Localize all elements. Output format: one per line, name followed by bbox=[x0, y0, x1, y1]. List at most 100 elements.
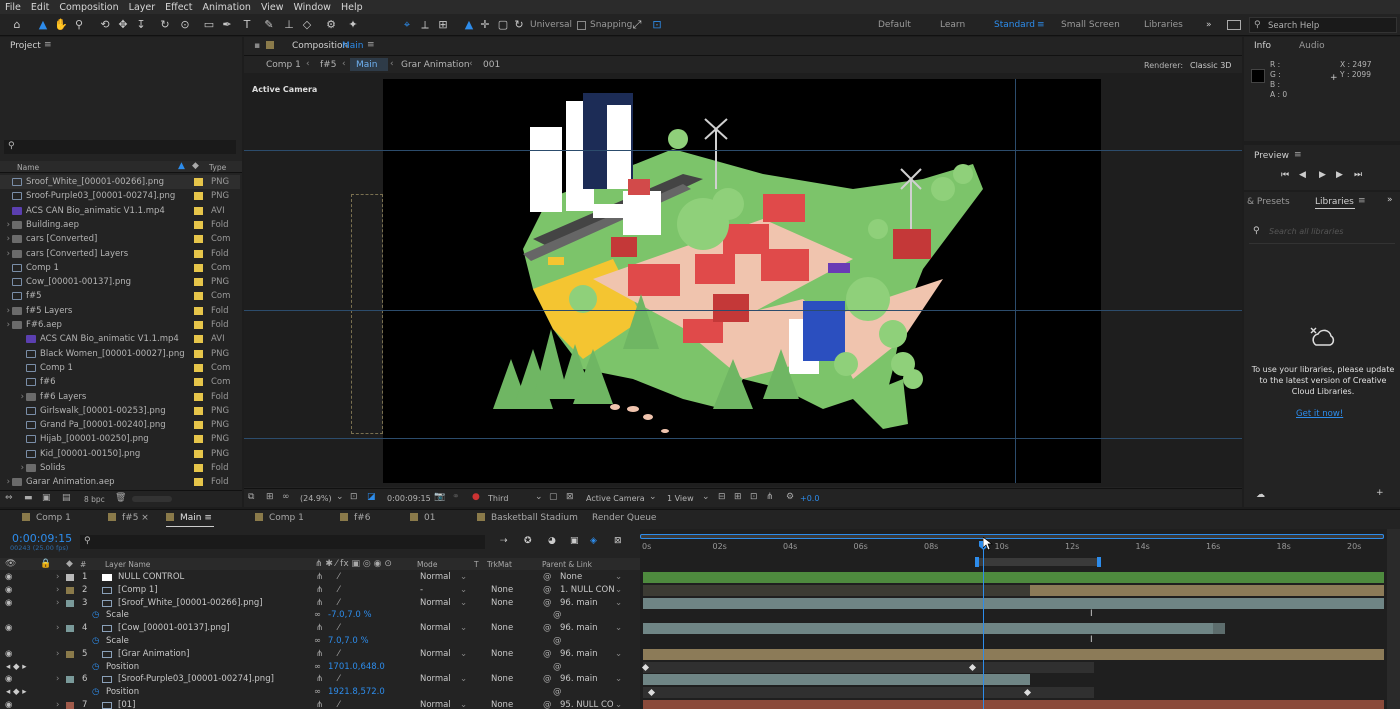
timeline-tab[interactable]: f#6 bbox=[340, 513, 370, 523]
add-library-icon[interactable]: + bbox=[1376, 488, 1384, 498]
timeline-tab[interactable]: Comp 1 bbox=[255, 513, 304, 523]
label-color[interactable] bbox=[194, 464, 203, 472]
expand-arrow-icon[interactable]: › bbox=[0, 463, 26, 473]
work-area-end-handle[interactable] bbox=[1097, 557, 1101, 567]
zoom-dropdown-icon[interactable]: ⌄ bbox=[336, 492, 344, 502]
first-frame-icon[interactable]: ⏮ bbox=[1281, 170, 1289, 180]
visibility-eye-icon[interactable]: ◉ bbox=[5, 649, 12, 659]
safe-margins-icon[interactable]: ⊡ bbox=[350, 492, 358, 502]
label-color[interactable] bbox=[194, 278, 203, 287]
work-area-start-handle[interactable] bbox=[975, 557, 979, 567]
label-color[interactable] bbox=[194, 192, 203, 201]
local-axis-icon[interactable]: ⌖ bbox=[400, 18, 414, 32]
label-color[interactable] bbox=[194, 363, 203, 372]
visibility-eye-icon[interactable]: ◉ bbox=[5, 700, 12, 709]
quality-switch-icon[interactable]: ⁄ bbox=[338, 623, 339, 633]
project-item[interactable]: Kid_[00001-00150].png PNG bbox=[0, 447, 240, 461]
vr-icon[interactable]: ∞ bbox=[282, 492, 290, 502]
menu-composition[interactable]: Composition bbox=[54, 2, 123, 13]
layer-name[interactable]: [Cow_[00001-00137].png] bbox=[118, 623, 230, 633]
world-axis-icon[interactable]: ⟂ bbox=[418, 18, 432, 32]
pick-whip-icon[interactable]: @ bbox=[543, 585, 552, 595]
label-color[interactable] bbox=[194, 206, 203, 215]
dropdown-arrow-icon[interactable]: ⌄ bbox=[460, 585, 467, 595]
motion-blur-icon[interactable]: ◈ bbox=[590, 536, 597, 546]
expression-graph-icon[interactable]: I bbox=[1090, 635, 1093, 645]
new-folder-icon[interactable]: ▬ bbox=[24, 493, 33, 503]
toggle-panels-icon[interactable] bbox=[1227, 20, 1241, 30]
draft-3d-icon[interactable]: ✪ bbox=[524, 536, 532, 546]
preview-menu-icon[interactable]: ≡ bbox=[1294, 150, 1302, 160]
layer-name[interactable]: [Sroof-Purple03_[00001-00274].png] bbox=[118, 674, 274, 684]
move-3d-icon[interactable]: ✛ bbox=[478, 18, 492, 32]
stopwatch-icon[interactable]: ◷ bbox=[92, 662, 99, 672]
layer-duration-bar[interactable] bbox=[643, 623, 1213, 635]
resolution-dropdown-icon[interactable]: ⌄ bbox=[535, 492, 543, 502]
next-frame-icon[interactable]: ▶ bbox=[1336, 170, 1343, 180]
more-workspaces-icon[interactable]: » bbox=[1206, 20, 1212, 30]
constrain-link-icon[interactable]: ∞ bbox=[314, 662, 321, 672]
pan-camera-icon[interactable]: ✥ bbox=[116, 18, 130, 32]
project-settings-icon[interactable]: ▤ bbox=[62, 493, 71, 503]
clone-stamp-icon[interactable]: ⊥ bbox=[282, 18, 296, 32]
reset-exposure-icon[interactable]: ⚙ bbox=[786, 492, 794, 502]
visibility-eye-icon[interactable]: ◉ bbox=[5, 598, 12, 608]
layer-duration-bar[interactable] bbox=[643, 572, 1384, 583]
label-color[interactable] bbox=[194, 263, 203, 272]
menu-effect[interactable]: Effect bbox=[160, 2, 197, 13]
expand-arrow-icon[interactable]: › bbox=[56, 649, 59, 659]
frame-blending-icon[interactable]: ▣ bbox=[570, 536, 579, 546]
home-icon[interactable]: ⌂ bbox=[10, 18, 24, 32]
layer-duration-bar[interactable] bbox=[643, 648, 1384, 660]
parent-select[interactable]: 96. main bbox=[560, 674, 597, 684]
quality-switch-icon[interactable]: ⁄ bbox=[338, 649, 339, 659]
expand-arrow-icon[interactable]: › bbox=[56, 585, 59, 595]
project-item[interactable]: Sroof-Purple03_[00001-00274].png PNG bbox=[0, 189, 240, 203]
project-item[interactable]: › f#5 Layers Fold bbox=[0, 304, 240, 318]
column-mode[interactable]: Mode bbox=[417, 560, 437, 569]
exposure-value[interactable]: +0.0 bbox=[800, 494, 819, 503]
label-color[interactable] bbox=[194, 249, 203, 258]
label-color[interactable] bbox=[194, 235, 203, 244]
dropdown-arrow-icon[interactable]: ⌄ bbox=[615, 700, 622, 709]
project-item[interactable]: Comp 1 Com bbox=[0, 261, 240, 275]
visibility-eye-icon[interactable]: ◉ bbox=[5, 623, 12, 633]
region-of-interest-icon[interactable]: ▢ bbox=[549, 492, 558, 502]
track-matte-select[interactable]: None bbox=[491, 700, 513, 709]
project-item[interactable]: Sroof_White_[00001-00266].png PNG bbox=[0, 175, 240, 189]
layer-duration-bar[interactable] bbox=[643, 661, 1094, 673]
quality-switch-icon[interactable]: ⁄ bbox=[338, 585, 339, 595]
expand-arrow-icon[interactable]: › bbox=[0, 477, 12, 487]
property-row[interactable]: ◷ Position ∞ 1701.0,648.0 @ ◂ ◆ ▸ bbox=[0, 661, 640, 674]
workspace-default[interactable]: Default bbox=[878, 20, 911, 30]
play-icon[interactable]: ▶ bbox=[1319, 170, 1326, 180]
timeline-tab[interactable]: f#5 × bbox=[108, 513, 149, 523]
resolution-select[interactable]: Third bbox=[488, 494, 508, 503]
crumb-grar[interactable]: Grar Animation bbox=[401, 60, 470, 70]
constrain-link-icon[interactable]: ∞ bbox=[314, 636, 321, 646]
workspace-libraries[interactable]: Libraries bbox=[1144, 20, 1183, 30]
project-item[interactable]: › Solids Fold bbox=[0, 461, 240, 475]
viewer-timecode[interactable]: 0:00:09:15 bbox=[387, 494, 431, 503]
eraser-tool-icon[interactable]: ◇ bbox=[300, 18, 314, 32]
expand-arrow-icon[interactable]: › bbox=[0, 234, 12, 244]
menu-layer[interactable]: Layer bbox=[124, 2, 161, 13]
project-search-input[interactable]: ⚲ bbox=[4, 140, 236, 154]
expression-graph-icon[interactable]: I bbox=[1090, 609, 1093, 619]
parent-select[interactable]: 96. main bbox=[560, 623, 597, 633]
menu-animation[interactable]: Animation bbox=[198, 2, 256, 13]
expression-pick-whip-icon[interactable]: @ bbox=[553, 636, 562, 646]
layer-label-color[interactable] bbox=[66, 625, 74, 633]
layer-label-color[interactable] bbox=[66, 650, 74, 658]
track-matte-select[interactable]: None bbox=[491, 623, 513, 633]
selection-tool-icon[interactable]: ▲ bbox=[36, 18, 50, 32]
expression-pick-whip-icon[interactable]: @ bbox=[553, 662, 562, 672]
keyframe-navigator-icon[interactable]: ◂ ◆ ▸ bbox=[6, 662, 26, 672]
property-value[interactable]: 1701.0,648.0 bbox=[328, 662, 385, 672]
project-item[interactable]: › f#6 Layers Fold bbox=[0, 390, 240, 404]
interpret-footage-icon[interactable]: ⇔ bbox=[5, 493, 13, 503]
dropdown-arrow-icon[interactable]: ⌄ bbox=[460, 623, 467, 633]
channel-icon[interactable]: ● bbox=[472, 492, 480, 502]
crumb-comp1[interactable]: Comp 1 bbox=[266, 60, 301, 70]
layer-row[interactable]: ◉ › 3 [Sroof_White_[00001-00266].png] ⋔ ⁄ Norm… bbox=[0, 597, 640, 610]
